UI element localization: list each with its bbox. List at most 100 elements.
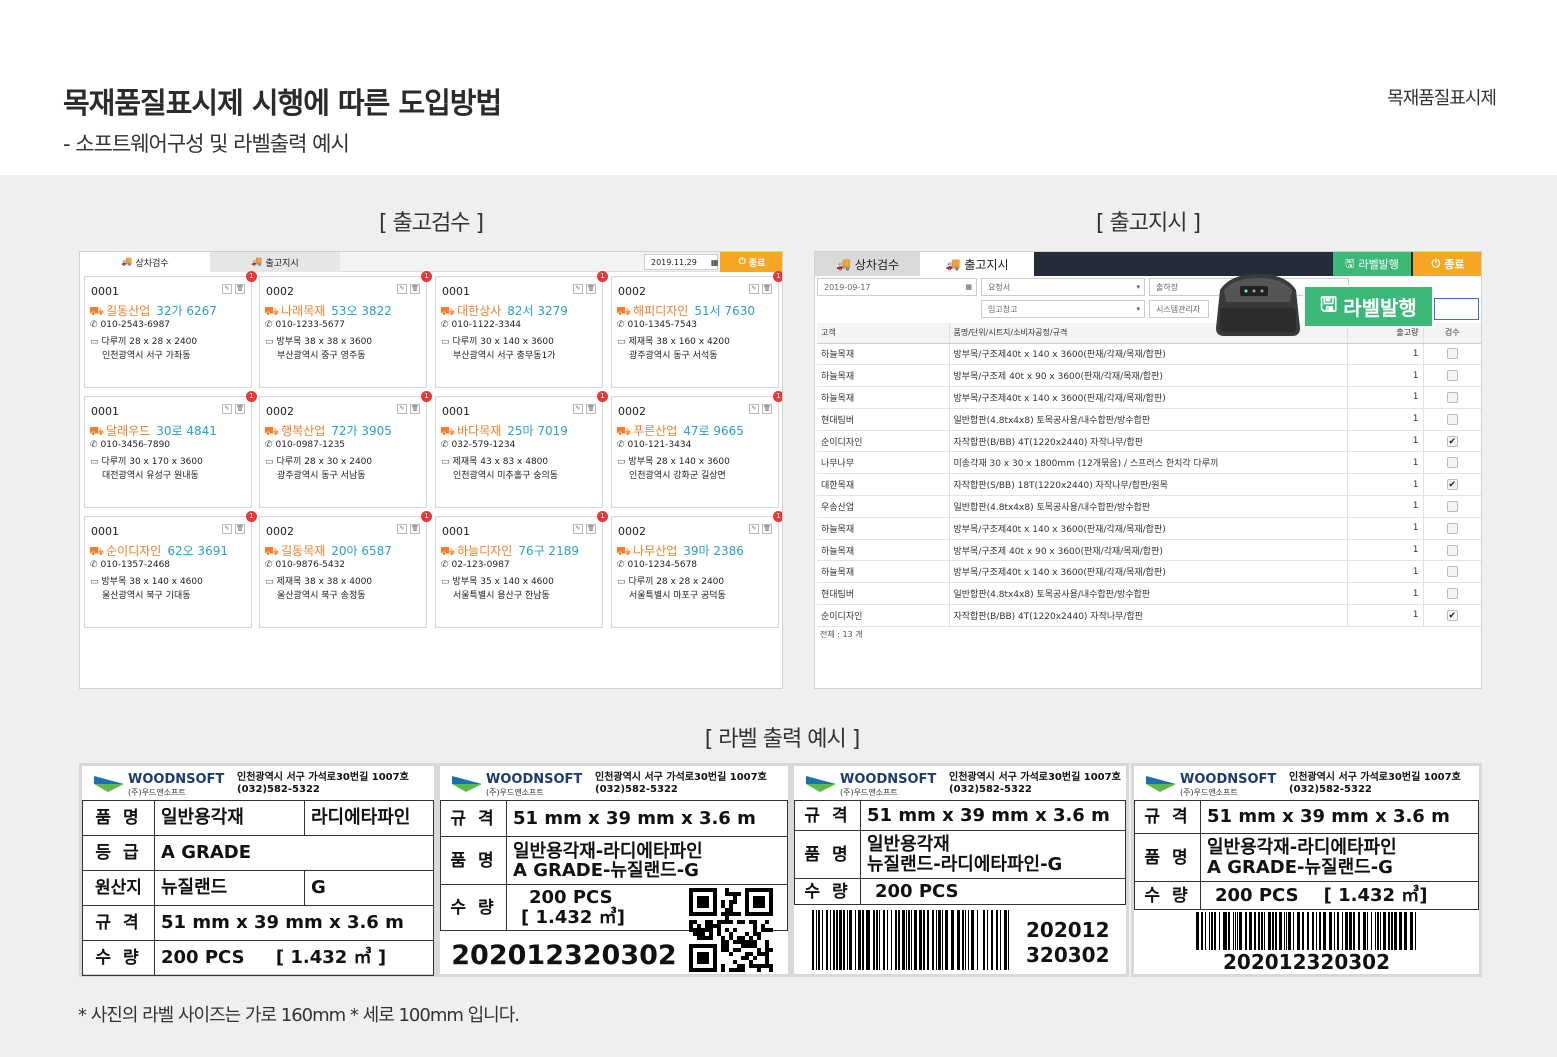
delivery-card[interactable]: 0001 ✎ 🗑 1 ⛟ 달래우드 30로 4841 ✆ 010-3456-7890 ▭ 다루끼 3… bbox=[84, 391, 257, 508]
edit-icon[interactable]: ✎ bbox=[397, 284, 407, 294]
request-select[interactable]: 요청서 ▾ bbox=[981, 278, 1145, 296]
table-row[interactable]: 나무나무 미송각재 30 x 30 x 1800mm (12개묶음) / 스프러스… bbox=[817, 451, 1481, 475]
exit-button[interactable]: ⏻ 종료 bbox=[720, 252, 782, 272]
edit-icon[interactable]: ✎ bbox=[222, 524, 232, 534]
manager-select[interactable]: 시스템관리자 bbox=[1149, 300, 1209, 318]
warehouse-select[interactable]: 입고창고 ▾ bbox=[981, 300, 1145, 318]
table-row[interactable]: 순이디자인 자작합판(B/BB) 4T(1220x2440) 자작나무/합판 1 ✔ bbox=[817, 604, 1481, 627]
check-checkbox[interactable]: ✔ bbox=[1446, 435, 1458, 447]
check-checkbox[interactable] bbox=[1446, 391, 1458, 403]
card-item: ▭ 방부목 38 x 140 x 4600 bbox=[90, 574, 203, 587]
trash-icon[interactable]: 🗑 bbox=[586, 404, 596, 414]
delivery-card[interactable]: 0001 ✎ 🗑 1 ⛟ 길동산업 32가 6267 ✆ 010-2543-6987 ▭ 다루끼 2… bbox=[84, 271, 257, 388]
delivery-card[interactable]: 0001 ✎ 🗑 1 ⛟ 대한상사 82서 3279 ✆ 010-1122-3344 ▭ 다루끼 3… bbox=[435, 271, 608, 388]
qr-module bbox=[765, 928, 769, 932]
cell-customer: 나무나무 bbox=[817, 451, 950, 475]
card-address: 울산광역시 북구 기대동 bbox=[102, 591, 191, 601]
table-row[interactable]: 하늘목재 방부목/구조제40t x 140 x 3600(판재/각재/목재/합판)… bbox=[817, 343, 1481, 366]
trash-icon[interactable]: 🗑 bbox=[410, 524, 420, 534]
tab-order[interactable]: 🚚 출고지시 bbox=[920, 252, 1034, 276]
trash-icon[interactable]: 🗑 bbox=[235, 524, 245, 534]
date-field[interactable]: 2019-09-17 ▦ bbox=[817, 278, 977, 296]
edit-icon[interactable]: ✎ bbox=[222, 284, 232, 294]
trash-icon[interactable]: 🗑 bbox=[410, 404, 420, 414]
edit-icon[interactable]: ✎ bbox=[222, 404, 232, 414]
plate-number: 51서 7630 bbox=[694, 304, 755, 318]
delivery-card[interactable]: 0002 ✎ 🗑 1 ⛟ 해피디자인 51서 7630 ✆ 010-1345-7543 ▭ 제재목 … bbox=[611, 271, 782, 388]
value-name-2: A GRADE-뉴질랜드-G bbox=[1207, 856, 1393, 878]
exit-button[interactable]: ⏻ 종료 bbox=[1413, 252, 1481, 276]
company-address: 인천광역시 서구 가석로30번길 1007호 (032)582-5322 bbox=[237, 772, 409, 796]
delivery-card[interactable]: 0002 ✎ 🗑 1 ⛟ 나무산업 39마 2386 ✆ 010-1234-5678 ▭ 다루끼 2… bbox=[611, 511, 782, 628]
table-row[interactable]: 하늘목재 방부목/구조제 40t x 90 x 3600(판재/각재/목재/합판)… bbox=[817, 539, 1481, 562]
tab-inspect[interactable]: 🚚 상차검수 bbox=[815, 252, 920, 276]
trash-icon[interactable]: 🗑 bbox=[586, 524, 596, 534]
check-checkbox[interactable]: ✔ bbox=[1446, 609, 1458, 621]
check-checkbox[interactable] bbox=[1446, 370, 1458, 382]
check-checkbox[interactable]: ✔ bbox=[1446, 479, 1458, 491]
table-row[interactable]: 하늘목재 방부목/구조제40t x 140 x 3600(판재/각재/목재/합판)… bbox=[817, 386, 1481, 409]
check-checkbox[interactable] bbox=[1446, 348, 1458, 360]
table-row[interactable]: 현대팀버 일반합판(4.8tx4x8) 토목공사용/내수합판/방수합판 1 bbox=[817, 408, 1481, 431]
card-address: 울산광역시 북구 송정동 bbox=[277, 591, 366, 601]
edit-icon[interactable]: ✎ bbox=[397, 524, 407, 534]
table-row[interactable]: 우송산업 일반합판(4.8tx4x8) 토목공사용/내수합판/방수합판 1 bbox=[817, 495, 1481, 518]
delivery-card[interactable]: 0002 ✎ 🗑 1 ⛟ 길동목재 20아 6587 ✆ 010-9876-5432 ▭ 제재목 3… bbox=[259, 511, 432, 628]
trash-icon[interactable]: 🗑 bbox=[410, 284, 420, 294]
qr-module bbox=[697, 924, 701, 928]
check-checkbox[interactable] bbox=[1446, 457, 1458, 469]
delivery-card[interactable]: 0001 ✎ 🗑 1 ⛟ 바다목재 25마 7019 ✆ 032-579-1234 ▭ 제재목 43… bbox=[435, 391, 608, 508]
trash-icon[interactable]: 🗑 bbox=[586, 284, 596, 294]
table-row[interactable]: 순이디자인 자작합판(B/BB) 4T(1220x2440) 자작나무/합판 1 ✔ bbox=[817, 430, 1481, 453]
table-row[interactable]: 하늘목재 방부목/구조제40t x 140 x 3600(판재/각재/목재/합판)… bbox=[817, 517, 1481, 540]
table-row[interactable]: 하늘목재 방부목/구조제40t x 140 x 3600(판재/각재/목재/합판)… bbox=[817, 560, 1481, 584]
trash-icon[interactable]: 🗑 bbox=[762, 524, 772, 534]
delivery-card[interactable]: 0001 ✎ 🗑 1 ⛟ 하늘디자인 76구 2189 ✆ 02-123-0987 ▭ 방부목 35… bbox=[435, 511, 608, 628]
trash-icon[interactable]: 🗑 bbox=[235, 404, 245, 414]
table-row[interactable]: 현대팀버 일반합판(4.8tx4x8) 토목공사용/내수합판/방수합판 1 bbox=[817, 582, 1481, 606]
tab-order[interactable]: 🚚 출고지시 bbox=[210, 252, 340, 272]
qr-module bbox=[725, 892, 729, 896]
date-picker[interactable]: 2019.11.29 ▦ bbox=[644, 254, 718, 270]
check-checkbox[interactable] bbox=[1446, 522, 1458, 534]
col-customer[interactable]: 고객 bbox=[817, 323, 950, 344]
trash-icon[interactable]: 🗑 bbox=[235, 284, 245, 294]
edit-icon[interactable]: ✎ bbox=[749, 524, 759, 534]
delivery-card[interactable]: 0002 ✎ 🗑 1 ⛟ 나래목재 53오 3822 ✆ 010-1233-5677 ▭ 방부목 3… bbox=[259, 271, 432, 388]
check-checkbox[interactable] bbox=[1446, 588, 1458, 600]
table-row[interactable]: 하늘목재 방부목/구조제 40t x 90 x 3600(판재/각재/목재/합판)… bbox=[817, 364, 1481, 388]
company-name: 해피디자인 bbox=[633, 304, 689, 318]
qr-module bbox=[757, 948, 761, 952]
check-checkbox[interactable] bbox=[1446, 413, 1458, 425]
check-checkbox[interactable] bbox=[1446, 566, 1458, 578]
plate-number: 20아 6587 bbox=[331, 544, 392, 558]
check-checkbox[interactable] bbox=[1446, 544, 1458, 556]
edit-icon[interactable]: ✎ bbox=[397, 404, 407, 414]
edit-icon[interactable]: ✎ bbox=[573, 524, 583, 534]
label-issue-button[interactable]: 🖫 라벨발행 bbox=[1333, 252, 1411, 276]
card-actions: ✎ 🗑 bbox=[573, 404, 596, 414]
edit-icon[interactable]: ✎ bbox=[573, 284, 583, 294]
delivery-card[interactable]: 0002 ✎ 🗑 1 ⛟ 푸른산업 47로 9665 ✆ 010-121-3434 ▭ 방부목 28… bbox=[611, 391, 782, 508]
qr-module bbox=[757, 952, 761, 956]
edit-icon[interactable]: ✎ bbox=[749, 284, 759, 294]
table-row[interactable]: 대한목재 자작합판(S/BB) 18T(1220x2440) 자작나무/합판/원목… bbox=[817, 473, 1481, 497]
label-issue-overlay-button[interactable]: 🖫 라벨발행 bbox=[1303, 285, 1434, 328]
value-qty: 200 PCS bbox=[860, 878, 1126, 905]
delivery-card[interactable]: 0002 ✎ 🗑 1 ⛟ 행복산업 72가 3905 ✆ 010-0987-1235 ▭ 다루끼 2… bbox=[259, 391, 432, 508]
edit-icon[interactable]: ✎ bbox=[749, 404, 759, 414]
value-name-1: 일반용각재-라디에타파인 bbox=[513, 840, 703, 862]
edit-icon[interactable]: ✎ bbox=[573, 404, 583, 414]
cell-customer: 하늘목재 bbox=[817, 343, 950, 366]
delivery-card[interactable]: 0001 ✎ 🗑 1 ⛟ 순이디자인 62오 3691 ✆ 010-1357-2468 ▭ 방부목 … bbox=[84, 511, 257, 628]
label-header: WOODNSOFT (주)우드앤소프트 인천광역시 서구 가석로30번길 100… bbox=[1134, 766, 1479, 800]
tab-inspect[interactable]: 🚚 상차검수 bbox=[80, 252, 210, 272]
trash-icon[interactable]: 🗑 bbox=[762, 404, 772, 414]
cell-check bbox=[1423, 582, 1481, 606]
card-actions: ✎ 🗑 bbox=[749, 404, 772, 414]
trash-icon[interactable]: 🗑 bbox=[762, 284, 772, 294]
check-checkbox[interactable] bbox=[1446, 500, 1458, 512]
company-name: WOODNSOFT bbox=[486, 772, 583, 787]
card-address: 광주광역시 동구 서남동 bbox=[277, 471, 366, 481]
qr-module bbox=[765, 940, 769, 944]
